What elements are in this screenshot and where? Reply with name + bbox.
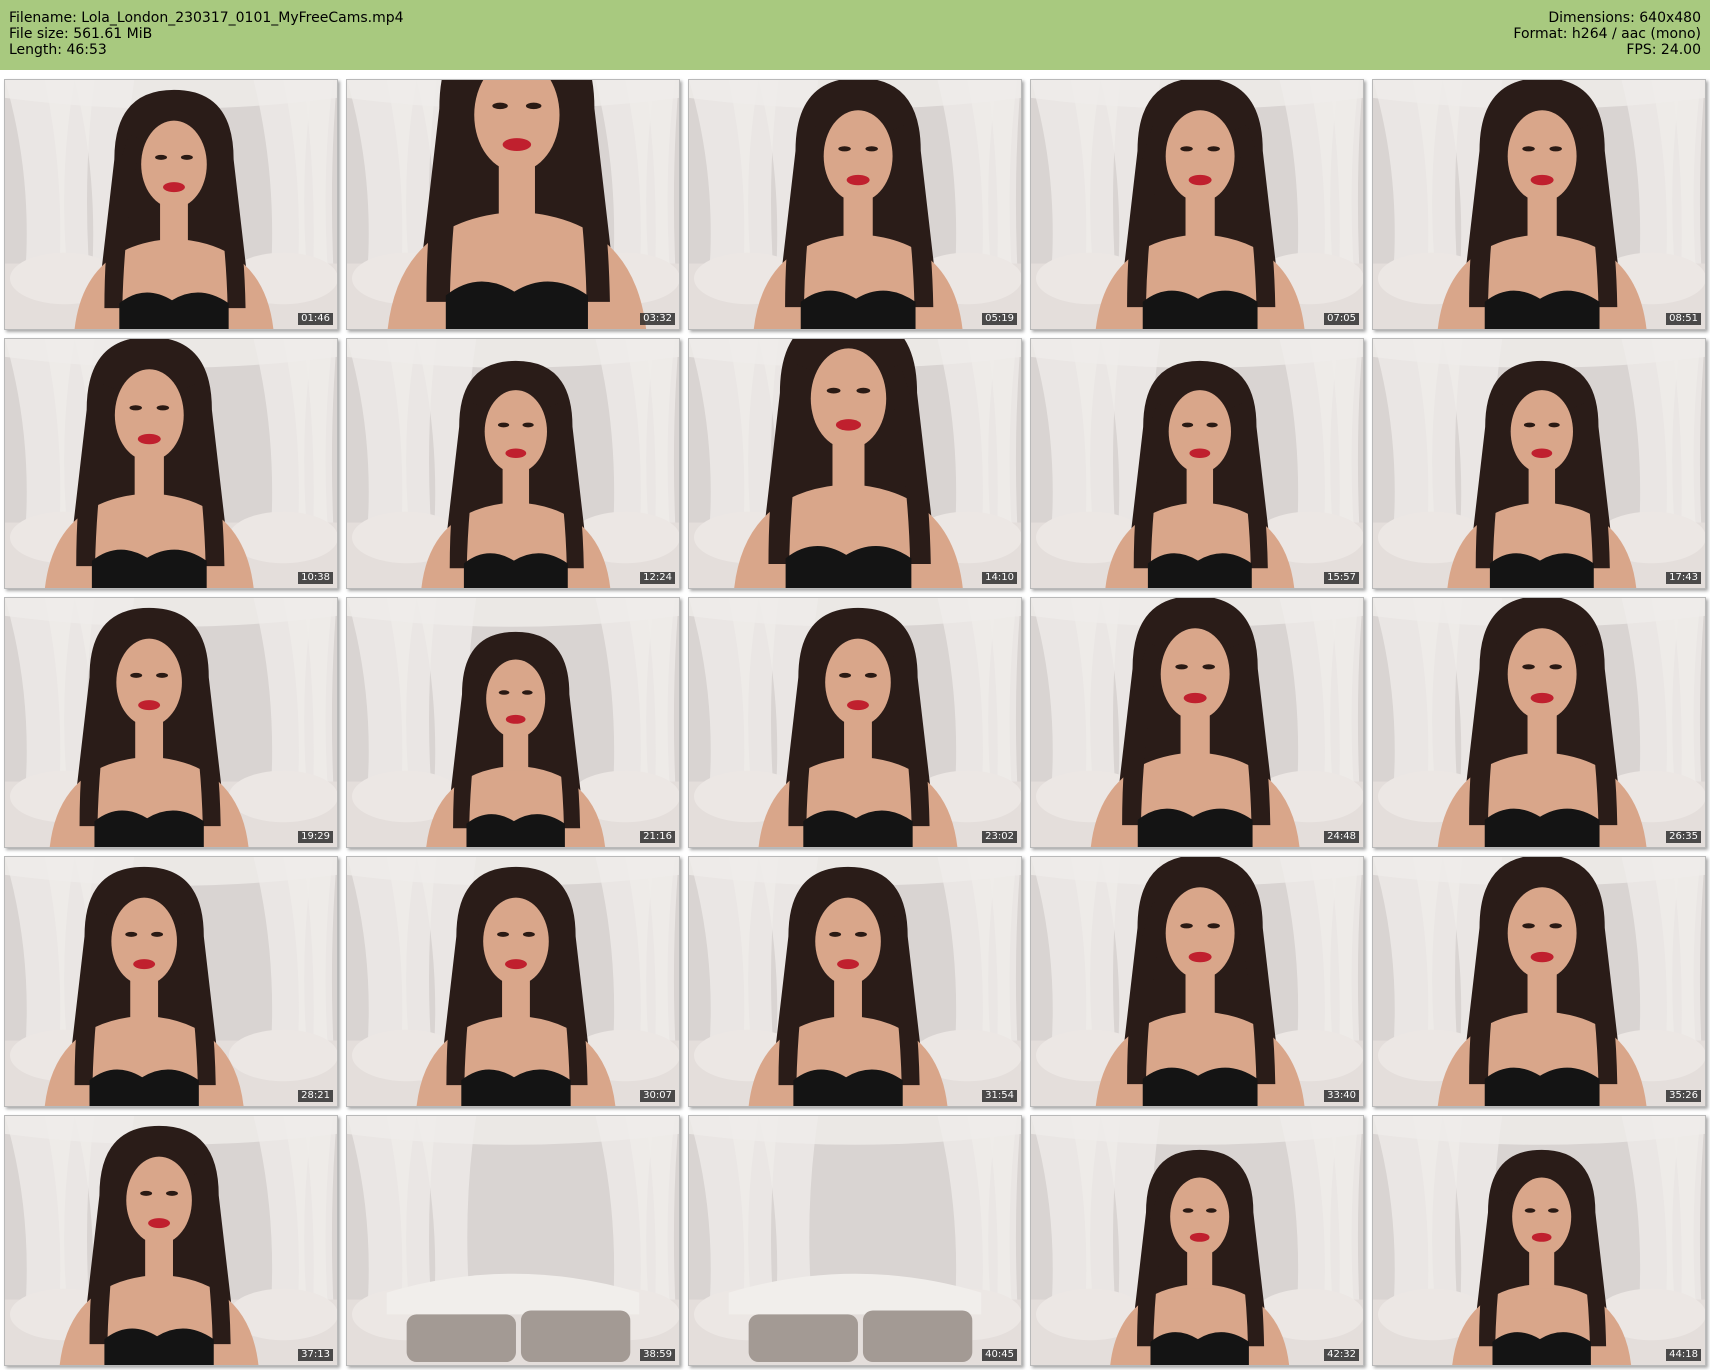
thumbnail-frame: 31:54 [688, 856, 1022, 1107]
thumbnail-frame: 19:29 [4, 597, 338, 848]
thumbnail-frame: 01:46 [4, 79, 338, 330]
thumbnail-frame: 28:21 [4, 856, 338, 1107]
frame-scene [5, 1116, 337, 1365]
thumbnail-frame: 17:43 [1372, 338, 1706, 589]
timestamp-label: 35:26 [1666, 1090, 1701, 1102]
thumbnail-frame: 05:19 [688, 79, 1022, 330]
thumbnail-frame: 08:51 [1372, 79, 1706, 330]
timestamp-label: 21:16 [640, 831, 675, 843]
frame-scene [1373, 857, 1705, 1106]
fps-text: FPS: 24.00 [1626, 42, 1701, 58]
frame-scene [347, 80, 679, 329]
thumbnail-frame: 42:32 [1030, 1115, 1364, 1366]
frame-scene [689, 339, 1021, 588]
thumbnail-frame: 38:59 [346, 1115, 680, 1366]
timestamp-label: 05:19 [982, 313, 1017, 325]
thumbnail-frame: 03:32 [346, 79, 680, 330]
frame-scene [1031, 1116, 1363, 1365]
frame-scene [1373, 1116, 1705, 1365]
timestamp-label: 37:13 [298, 1349, 333, 1361]
frame-scene [1373, 598, 1705, 847]
timestamp-label: 01:46 [298, 313, 333, 325]
timestamp-label: 28:21 [298, 1090, 333, 1102]
timestamp-label: 14:10 [982, 572, 1017, 584]
thumbnail-frame: 15:57 [1030, 338, 1364, 589]
frame-scene [347, 857, 679, 1106]
thumbnail-frame: 23:02 [688, 597, 1022, 848]
timestamp-label: 33:40 [1324, 1090, 1359, 1102]
thumbnail-frame: 12:24 [346, 338, 680, 589]
dimensions-text: Dimensions: 640x480 [1548, 10, 1701, 26]
thumbnail-grid: 01:46 03:32 05:19 07:05 08:51 10:38 12:24 14:10… [4, 79, 1706, 1366]
frame-scene [5, 598, 337, 847]
length-text: Length: 46:53 [9, 42, 107, 58]
thumbnail-frame: 21:16 [346, 597, 680, 848]
timestamp-label: 08:51 [1666, 313, 1701, 325]
thumbnail-frame: 44:18 [1372, 1115, 1706, 1366]
timestamp-label: 38:59 [640, 1349, 675, 1361]
frame-scene [689, 598, 1021, 847]
timestamp-label: 19:29 [298, 831, 333, 843]
timestamp-label: 26:35 [1666, 831, 1701, 843]
header-right-block: Dimensions: 640x480 Format: h264 / aac (… [1513, 10, 1701, 58]
frame-scene [5, 339, 337, 588]
filename-text: Filename: Lola_London_230317_0101_MyFree… [9, 10, 404, 26]
frame-scene [689, 80, 1021, 329]
timestamp-label: 23:02 [982, 831, 1017, 843]
timestamp-label: 12:24 [640, 572, 675, 584]
frame-scene [1373, 339, 1705, 588]
frame-scene [689, 857, 1021, 1106]
thumbnail-frame: 35:26 [1372, 856, 1706, 1107]
timestamp-label: 31:54 [982, 1090, 1017, 1102]
frame-scene [1031, 80, 1363, 329]
thumbnail-frame: 14:10 [688, 338, 1022, 589]
timestamp-label: 15:57 [1324, 572, 1359, 584]
format-text: Format: h264 / aac (mono) [1513, 26, 1701, 42]
thumbnail-frame: 30:07 [346, 856, 680, 1107]
thumbnail-frame: 26:35 [1372, 597, 1706, 848]
timestamp-label: 07:05 [1324, 313, 1359, 325]
timestamp-label: 42:32 [1324, 1349, 1359, 1361]
header-left-block: Filename: Lola_London_230317_0101_MyFree… [9, 10, 404, 58]
timestamp-label: 17:43 [1666, 572, 1701, 584]
timestamp-label: 24:48 [1324, 831, 1359, 843]
frame-scene [347, 1116, 679, 1365]
frame-scene [1031, 857, 1363, 1106]
info-header: Filename: Lola_London_230317_0101_MyFree… [0, 0, 1710, 70]
frame-scene [347, 339, 679, 588]
timestamp-label: 44:18 [1666, 1349, 1701, 1361]
frame-scene [1031, 598, 1363, 847]
frame-scene [1373, 80, 1705, 329]
frame-scene [1031, 339, 1363, 588]
thumbnail-frame: 37:13 [4, 1115, 338, 1366]
frame-scene [5, 80, 337, 329]
timestamp-label: 03:32 [640, 313, 675, 325]
thumbnail-frame: 40:45 [688, 1115, 1022, 1366]
timestamp-label: 10:38 [298, 572, 333, 584]
frame-scene [689, 1116, 1021, 1365]
frame-scene [5, 857, 337, 1106]
thumbnail-frame: 07:05 [1030, 79, 1364, 330]
file-size-text: File size: 561.61 MiB [9, 26, 153, 42]
thumbnail-frame: 33:40 [1030, 856, 1364, 1107]
thumbnail-frame: 24:48 [1030, 597, 1364, 848]
thumbnail-frame: 10:38 [4, 338, 338, 589]
timestamp-label: 30:07 [640, 1090, 675, 1102]
frame-scene [347, 598, 679, 847]
timestamp-label: 40:45 [982, 1349, 1017, 1361]
